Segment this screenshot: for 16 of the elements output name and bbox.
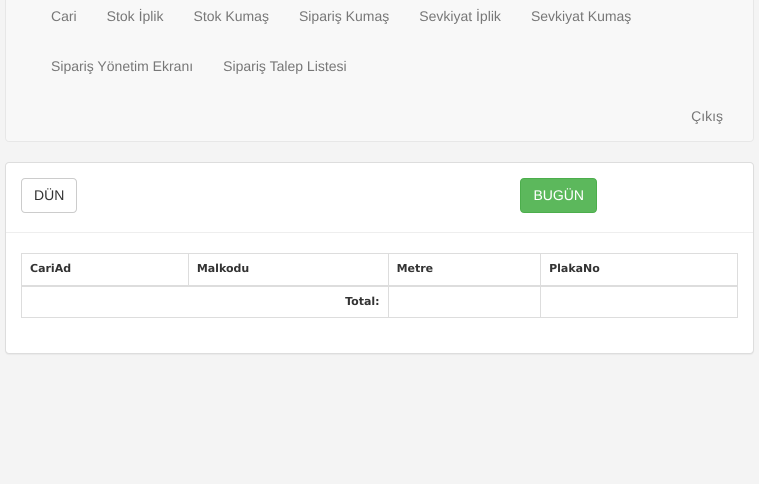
yesterday-button[interactable]: DÜN xyxy=(21,178,78,213)
column-header: CariAd xyxy=(22,254,188,286)
column-header: PlakaNo xyxy=(540,254,738,286)
column-header: Metre xyxy=(388,254,541,286)
nav-link[interactable]: Cari xyxy=(36,0,92,41)
column-header: Malkodu xyxy=(188,254,388,286)
nav-link[interactable]: Sipariş Kumaş xyxy=(284,0,404,41)
logout-link[interactable]: Çıkış xyxy=(676,91,738,141)
nav-link[interactable]: Stok Kumaş xyxy=(178,0,284,41)
nav-link[interactable]: Sevkiyat İplik xyxy=(404,0,516,41)
nav-link[interactable]: Sipariş Yönetim Ekranı xyxy=(36,41,208,91)
nav-link[interactable]: Stok İplik xyxy=(92,0,178,41)
nav-link[interactable]: Sipariş Talep Listesi xyxy=(208,41,362,91)
today-button[interactable]: BUGÜN xyxy=(520,178,598,213)
nav-link[interactable]: Sevkiyat Kumaş xyxy=(516,0,646,41)
total-cell: Total: xyxy=(22,286,388,318)
